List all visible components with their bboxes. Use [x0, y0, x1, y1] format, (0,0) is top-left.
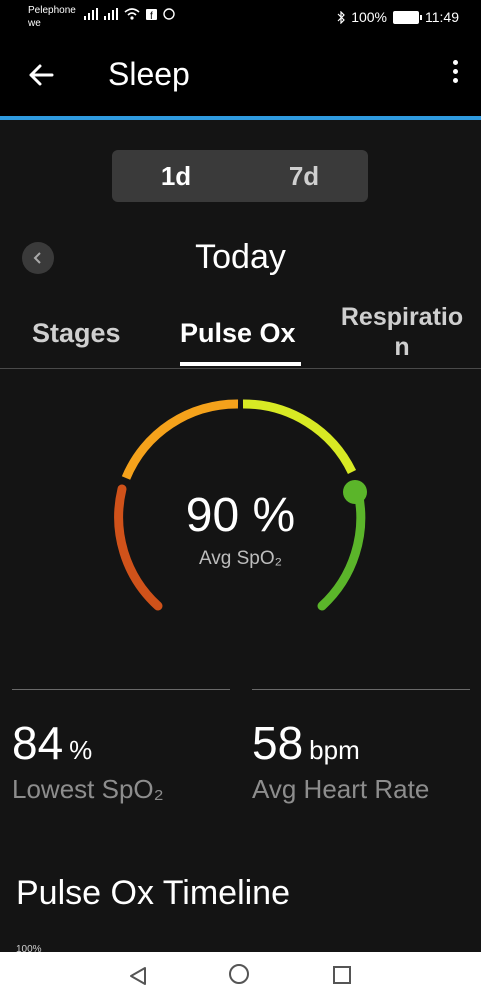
- tab-indicator: [180, 362, 301, 366]
- tab-respiration[interactable]: Respiratio n: [340, 302, 464, 362]
- avg-heart-rate-label: Avg Heart Rate: [252, 774, 430, 804]
- tab-respiration-line1: Respiratio: [340, 303, 464, 331]
- avg-spo2-value: 90 %: [185, 489, 296, 542]
- nav-recent-icon[interactable]: [333, 966, 351, 984]
- carrier-line2: we: [28, 18, 41, 29]
- svg-text:f: f: [150, 11, 153, 20]
- carrier-line1: Pelephone: [28, 5, 76, 16]
- lowest-spo2-unit: %: [69, 735, 93, 765]
- range-1d-button[interactable]: 1d: [112, 150, 240, 202]
- page-title: Sleep: [108, 56, 190, 92]
- stat-divider-right: [252, 689, 470, 690]
- range-7d-button[interactable]: 7d: [240, 150, 368, 202]
- more-vertical-icon[interactable]: [451, 60, 459, 90]
- accent-line: [0, 116, 481, 120]
- facebook-icon: f: [146, 8, 157, 20]
- tab-pulse-ox[interactable]: Pulse Ox: [180, 318, 296, 349]
- tab-divider: [0, 368, 481, 369]
- battery-percent: 100%: [351, 9, 387, 25]
- signal-icon: [84, 8, 98, 20]
- arrow-left-icon[interactable]: [26, 60, 56, 90]
- tab-bar: Stages Pulse Ox Respiratio n: [0, 300, 481, 368]
- lowest-spo2-value: 84%: [12, 716, 92, 770]
- nav-back-icon[interactable]: [128, 966, 148, 986]
- timeline-title: Pulse Ox Timeline: [16, 874, 290, 912]
- gauge-arc-high: [242, 399, 357, 474]
- lowest-spo2-label: Lowest SpO₂: [12, 774, 164, 804]
- lowest-spo2-number: 84: [12, 717, 64, 769]
- app-bar: Sleep: [0, 34, 481, 116]
- avg-heart-rate-value: 58 bpm: [252, 716, 360, 770]
- wifi-icon: [124, 8, 140, 20]
- whatsapp-icon: [163, 8, 175, 20]
- signal-icon-2: [104, 8, 118, 20]
- status-icons: f: [84, 8, 175, 20]
- tab-respiration-line2: n: [394, 333, 410, 361]
- tab-stages[interactable]: Stages: [32, 318, 121, 349]
- stat-divider-left: [12, 689, 230, 690]
- avg-heart-rate-unit: bpm: [309, 735, 360, 765]
- range-toggle: 1d 7d: [112, 150, 368, 202]
- nav-home-icon[interactable]: [229, 964, 249, 984]
- clock: 11:49: [425, 9, 459, 25]
- date-label: Today: [195, 238, 286, 276]
- avg-heart-rate-number: 58: [252, 717, 304, 769]
- carrier-name: Pelephone we: [28, 4, 76, 30]
- avg-spo2-label: Avg SpO₂: [198, 548, 283, 569]
- bluetooth-icon: [337, 10, 346, 24]
- battery-icon: [393, 10, 422, 24]
- status-bar: Pelephone we f 100% 11:49: [0, 0, 481, 34]
- status-right: 100% 11:49: [337, 9, 459, 25]
- gauge-arc-mid: [121, 399, 239, 480]
